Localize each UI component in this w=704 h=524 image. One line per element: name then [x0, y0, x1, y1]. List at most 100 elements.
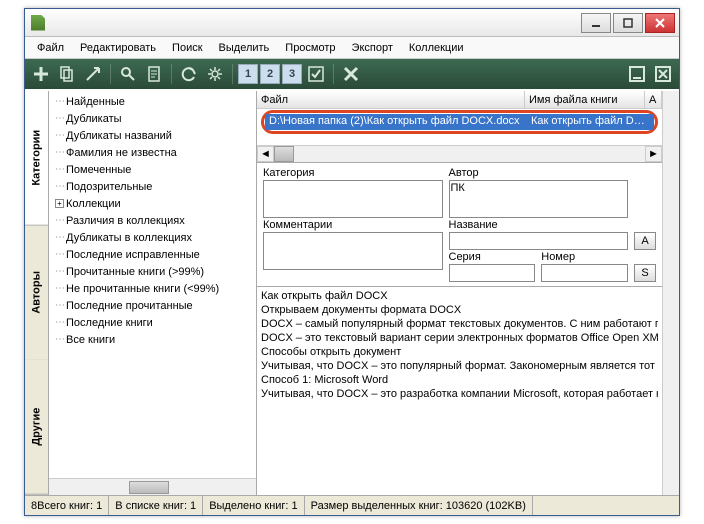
- search-icon[interactable]: [116, 62, 140, 86]
- titlebar: [25, 9, 679, 37]
- a-button[interactable]: A: [634, 232, 656, 250]
- label-comments: Комментарии: [263, 219, 443, 231]
- minimize-button[interactable]: [581, 13, 611, 33]
- column-bookname[interactable]: Имя файла книги: [525, 91, 645, 108]
- scroll-left-icon[interactable]: ◄: [257, 146, 274, 162]
- expand-icon[interactable]: +: [55, 199, 64, 208]
- title-field[interactable]: [449, 232, 629, 250]
- gear-icon[interactable]: [203, 62, 227, 86]
- category-field[interactable]: [263, 180, 443, 218]
- tab-other[interactable]: Другие: [25, 360, 48, 495]
- document-icon[interactable]: [142, 62, 166, 86]
- preset-3-button[interactable]: 3: [282, 64, 302, 84]
- preview-line: Способ 1: Microsoft Word: [261, 373, 658, 387]
- preview-line: Открываем документы формата DOCX: [261, 303, 658, 317]
- tree-item-label: Последние исправленные: [66, 249, 200, 261]
- tree-item-label: Все книги: [66, 334, 115, 346]
- add-icon[interactable]: [29, 62, 53, 86]
- share-icon[interactable]: [81, 62, 105, 86]
- window: Файл Редактировать Поиск Выделить Просмо…: [24, 8, 680, 516]
- tree-item-label: Дубликаты названий: [66, 130, 172, 142]
- tree-item[interactable]: ⋯Дубликаты: [51, 110, 254, 127]
- tree-item[interactable]: +Коллекции: [51, 195, 254, 212]
- close-button[interactable]: [645, 13, 675, 33]
- highlighted-row-marker: D:\Новая папка (2)\Как открыть файл DOCX…: [261, 110, 658, 134]
- tree-item[interactable]: ⋯Помеченные: [51, 161, 254, 178]
- undo-icon[interactable]: [177, 62, 201, 86]
- tree-item-label: Помеченные: [66, 164, 131, 176]
- tree-item-label: Дубликаты: [66, 113, 122, 125]
- tree-item[interactable]: ⋯Дубликаты в коллекциях: [51, 229, 254, 246]
- menubar: Файл Редактировать Поиск Выделить Просмо…: [25, 37, 679, 59]
- status-total: 8Всего книг: 1: [25, 496, 109, 515]
- tree-item[interactable]: ⋯Последние книги: [51, 314, 254, 331]
- menu-edit[interactable]: Редактировать: [72, 39, 164, 57]
- maximize-button[interactable]: [613, 13, 643, 33]
- cell-bookname: Как открыть файл DO...: [527, 114, 654, 130]
- tree-item-label: Найденные: [66, 96, 125, 108]
- tree-panel: ⋯Найденные⋯Дубликаты⋯Дубликаты названий⋯…: [49, 91, 257, 495]
- app-icon: [31, 15, 45, 31]
- minimize-panel-icon[interactable]: [625, 62, 649, 86]
- tree-item-label: Прочитанные книги (>99%): [66, 266, 204, 278]
- menu-select[interactable]: Выделить: [211, 39, 278, 57]
- column-a[interactable]: А: [645, 91, 662, 108]
- preset-1-button[interactable]: 1: [238, 64, 258, 84]
- toolbar: 1 2 3: [25, 59, 679, 89]
- tree-item-label: Не прочитанные книги (<99%): [66, 283, 219, 295]
- close-panel-icon[interactable]: [651, 62, 675, 86]
- label-number: Номер: [541, 251, 575, 263]
- tree-item-label: Дубликаты в коллекциях: [66, 232, 192, 244]
- s-button[interactable]: S: [634, 264, 656, 282]
- preview-line: DOCX – это текстовый вариант серии элект…: [261, 331, 658, 345]
- copy-icon[interactable]: [55, 62, 79, 86]
- tab-authors[interactable]: Авторы: [25, 226, 48, 361]
- preview-line: DOCX – самый популярный формат текстовых…: [261, 317, 658, 331]
- preview-line: Учитывая, что DOCX – это популярный форм…: [261, 359, 658, 373]
- comments-field[interactable]: [263, 232, 443, 270]
- form-panel: Категория Автор Комментарии Название A С…: [257, 163, 662, 286]
- preview-line: Способы открыть документ: [261, 345, 658, 359]
- tree-item-label: Последние прочитанные: [66, 300, 193, 312]
- series-field[interactable]: [449, 264, 536, 282]
- tree-item[interactable]: ⋯Все книги: [51, 331, 254, 348]
- menu-export[interactable]: Экспорт: [344, 39, 401, 57]
- tree-item-label: Различия в коллекциях: [66, 215, 185, 227]
- right-scrollbar[interactable]: [662, 91, 679, 495]
- author-field[interactable]: [449, 180, 629, 218]
- filelist-scrollbar[interactable]: ◄ ►: [257, 145, 662, 162]
- file-row[interactable]: D:\Новая папка (2)\Как открыть файл DOCX…: [265, 114, 654, 130]
- label-author: Автор: [449, 167, 629, 179]
- preset-2-button[interactable]: 2: [260, 64, 280, 84]
- tree-item[interactable]: ⋯Прочитанные книги (>99%): [51, 263, 254, 280]
- tree-item[interactable]: ⋯Фамилия не известна: [51, 144, 254, 161]
- menu-search[interactable]: Поиск: [164, 39, 210, 57]
- tree-item-label: Коллекции: [66, 198, 121, 210]
- tree-item[interactable]: ⋯Последние исправленные: [51, 246, 254, 263]
- label-category: Категория: [263, 167, 443, 179]
- menu-view[interactable]: Просмотр: [277, 39, 343, 57]
- number-field[interactable]: [541, 264, 628, 282]
- preview-panel: Как открыть файл DOCXОткрываем документы…: [257, 286, 662, 495]
- tree-item[interactable]: ⋯Последние прочитанные: [51, 297, 254, 314]
- tree-item[interactable]: ⋯Различия в коллекциях: [51, 212, 254, 229]
- tree-item-label: Фамилия не известна: [66, 147, 177, 159]
- status-selected: Выделено книг: 1: [203, 496, 304, 515]
- tab-categories[interactable]: Категории: [25, 91, 48, 226]
- column-file[interactable]: Файл: [257, 91, 525, 108]
- tree-item[interactable]: ⋯Найденные: [51, 93, 254, 110]
- scroll-right-icon[interactable]: ►: [645, 146, 662, 162]
- check-icon[interactable]: [304, 62, 328, 86]
- delete-icon[interactable]: [339, 62, 363, 86]
- tree-item[interactable]: ⋯Не прочитанные книги (<99%): [51, 280, 254, 297]
- label-title: Название: [449, 219, 629, 231]
- vertical-tabs: Категории Авторы Другие: [25, 91, 49, 495]
- menu-collections[interactable]: Коллекции: [401, 39, 472, 57]
- tree-item-label: Последние книги: [66, 317, 153, 329]
- status-inlist: В списке книг: 1: [109, 496, 203, 515]
- menu-file[interactable]: Файл: [29, 39, 72, 57]
- tree-item[interactable]: ⋯Дубликаты названий: [51, 127, 254, 144]
- label-series: Серия: [449, 251, 481, 263]
- tree-scrollbar[interactable]: [49, 478, 256, 495]
- tree-item[interactable]: ⋯Подозрительные: [51, 178, 254, 195]
